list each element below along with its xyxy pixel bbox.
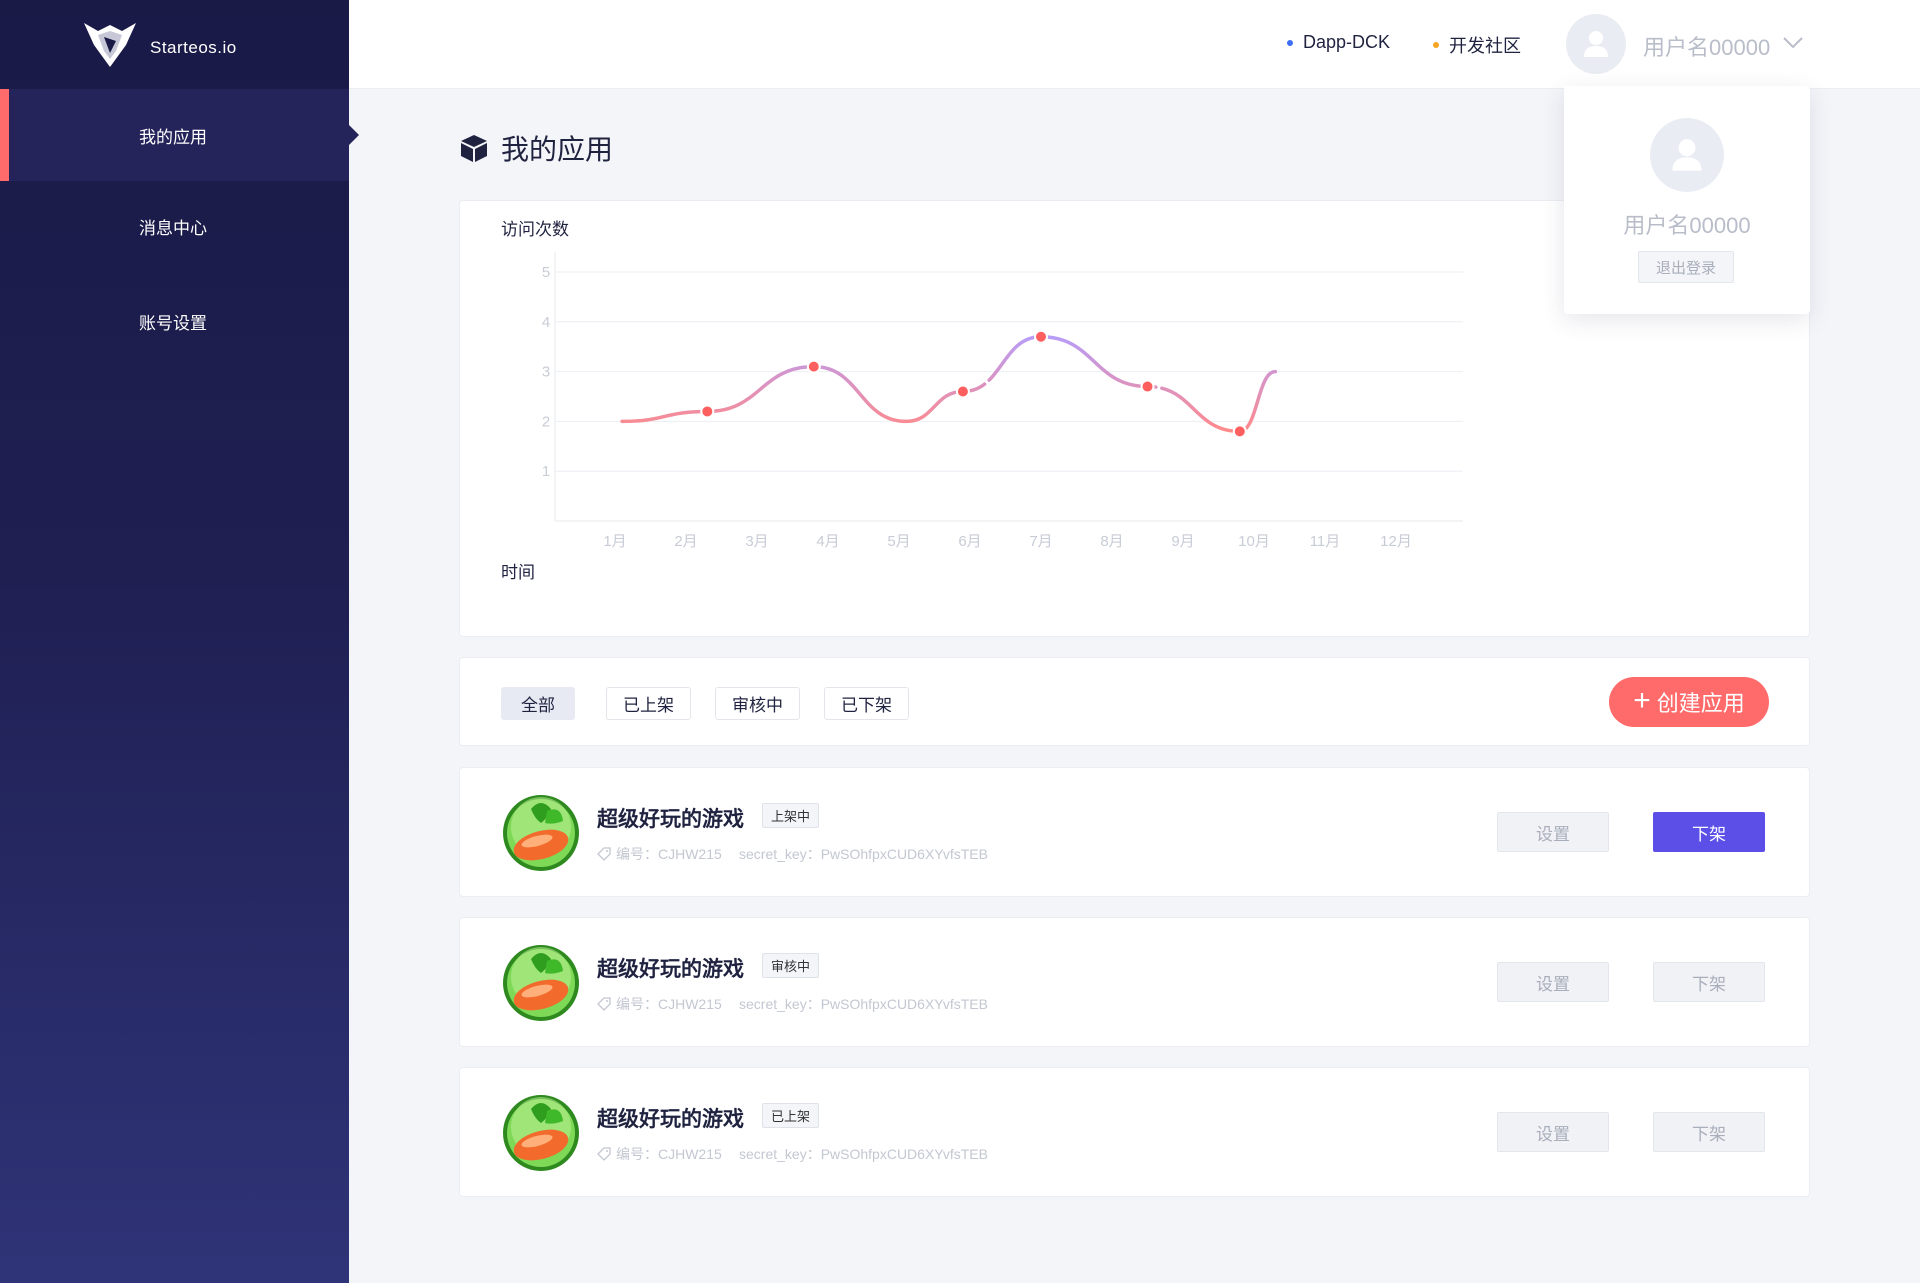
header-user-name[interactable]: 用户名00000 (1643, 30, 1770, 62)
x-tick-label: 11月 (1310, 533, 1341, 550)
sidebar-item-account-settings[interactable]: 账号设置 (0, 275, 349, 367)
data-point (1034, 329, 1048, 344)
settings-button[interactable]: 设置 (1497, 812, 1609, 852)
x-tick-label: 12月 (1380, 533, 1412, 550)
user-dropdown-menu: 用户名00000 退出登录 (1564, 86, 1810, 314)
settings-button[interactable]: 设置 (1497, 962, 1609, 1002)
app-secret-key: secret_key：PwSOhfpxCUD6XYvfsTEB (739, 1146, 988, 1162)
plus-icon: + (1633, 683, 1651, 717)
app-id: 编号：CJHW215 (597, 994, 722, 1014)
logo-icon (84, 23, 136, 67)
x-tick-label: 3月 (745, 533, 768, 550)
tab-listed[interactable]: 已上架 (606, 687, 691, 720)
header-link-label: Dapp-DCK (1303, 32, 1391, 52)
user-icon (1584, 31, 1608, 57)
data-point (955, 384, 970, 399)
y-tick-label: 2 (542, 413, 550, 430)
app-row: 超级好玩的游戏 审核中 编号：CJHW215 secret_key：PwSOhf… (459, 917, 1810, 1047)
app-row: 超级好玩的游戏 已上架 编号：CJHW215 secret_key：PwSOhf… (459, 1067, 1810, 1197)
data-point (1140, 379, 1155, 394)
tag-icon (597, 997, 611, 1011)
x-tick-label: 5月 (887, 533, 910, 550)
status-badge: 已上架 (762, 1103, 820, 1128)
status-badge: 审核中 (762, 953, 820, 978)
header-link-community[interactable]: 开发社区 (1433, 32, 1521, 58)
settings-button[interactable]: 设置 (1497, 1112, 1609, 1152)
app-row: 超级好玩的游戏 上架中 编号：CJHW215 secret_key：PwSOhf… (459, 767, 1810, 897)
page-title: 我的应用 (459, 128, 613, 168)
app-id: 编号：CJHW215 (597, 844, 722, 864)
app-name: 超级好玩的游戏 (597, 808, 744, 831)
y-tick-label: 4 (542, 314, 550, 331)
dropdown-user-name: 用户名00000 (1623, 213, 1751, 238)
x-axis-label: 时间 (501, 563, 535, 582)
app-id: 编号：CJHW215 (597, 1144, 722, 1164)
y-tick-label: 5 (542, 264, 550, 281)
status-badge: 上架中 (762, 803, 820, 828)
app-carrot-icon (503, 945, 579, 1021)
avatar (1650, 118, 1724, 192)
series-line (620, 334, 1278, 434)
delist-button[interactable]: 下架 (1653, 812, 1765, 852)
x-tick-label: 4月 (816, 533, 839, 550)
tag-icon (597, 1147, 611, 1161)
tab-all[interactable]: 全部 (501, 687, 575, 720)
app-id-text: 编号：CJHW215 (616, 1146, 722, 1162)
app-secret-key: secret_key：PwSOhfpxCUD6XYvfsTEB (739, 846, 988, 862)
x-tick-label: 10月 (1238, 533, 1270, 550)
data-point (700, 404, 715, 419)
x-tick-label: 2月 (674, 533, 697, 550)
sidebar-item-label: 账号设置 (139, 313, 207, 333)
dot-icon (1433, 42, 1439, 48)
app-carrot-icon (503, 1095, 579, 1171)
filter-bar: 全部 已上架 审核中 已下架 + 创建应用 (459, 657, 1810, 746)
tab-reviewing[interactable]: 审核中 (715, 687, 800, 720)
top-header: Dapp-DCK 开发社区 用户名00000 (349, 0, 1920, 89)
app-secret-key: secret_key：PwSOhfpxCUD6XYvfsTEB (739, 996, 988, 1012)
avatar[interactable] (1566, 14, 1626, 74)
x-tick-label: 7月 (1029, 533, 1052, 550)
tab-delisted[interactable]: 已下架 (824, 687, 909, 720)
chevron-down-icon[interactable] (1783, 36, 1803, 50)
user-icon (1672, 139, 1702, 171)
x-tick-label: 6月 (958, 533, 981, 550)
create-app-label: 创建应用 (1656, 691, 1745, 716)
delist-button[interactable]: 下架 (1653, 962, 1765, 1002)
page-title-text: 我的应用 (501, 134, 614, 165)
create-app-button[interactable]: + 创建应用 (1609, 677, 1769, 727)
x-tick-label: 9月 (1171, 533, 1194, 550)
x-tick-label: 1月 (603, 533, 626, 550)
delist-button[interactable]: 下架 (1653, 1112, 1765, 1152)
sidebar-item-label: 我的应用 (139, 127, 207, 147)
x-tick-label: 8月 (1100, 533, 1123, 550)
sidebar-item-messages[interactable]: 消息中心 (0, 180, 349, 272)
dot-icon (1287, 39, 1293, 46)
y-axis-label: 访问次数 (501, 220, 569, 239)
header-link-dapp[interactable]: Dapp-DCK (1287, 32, 1390, 53)
brand-name: Starteos.io (150, 38, 237, 57)
cube-icon (461, 135, 487, 162)
app-id-text: 编号：CJHW215 (616, 846, 722, 862)
app-name: 超级好玩的游戏 (597, 958, 744, 981)
logo[interactable]: Starteos.io (82, 20, 237, 70)
app-carrot-icon (503, 795, 579, 871)
tag-icon (597, 847, 611, 861)
app-id-text: 编号：CJHW215 (616, 996, 722, 1012)
y-tick-label: 3 (542, 364, 550, 381)
header-link-label: 开发社区 (1449, 36, 1521, 56)
app-name: 超级好玩的游戏 (597, 1108, 744, 1131)
data-point (806, 359, 821, 374)
sidebar-item-label: 消息中心 (139, 218, 207, 238)
data-point (1232, 424, 1247, 439)
sidebar: Starteos.io 我的应用 消息中心 账号设置 (0, 0, 359, 1283)
sidebar-item-my-apps[interactable]: 我的应用 (0, 89, 359, 181)
y-tick-label: 1 (542, 463, 550, 480)
logout-button[interactable]: 退出登录 (1638, 251, 1734, 283)
